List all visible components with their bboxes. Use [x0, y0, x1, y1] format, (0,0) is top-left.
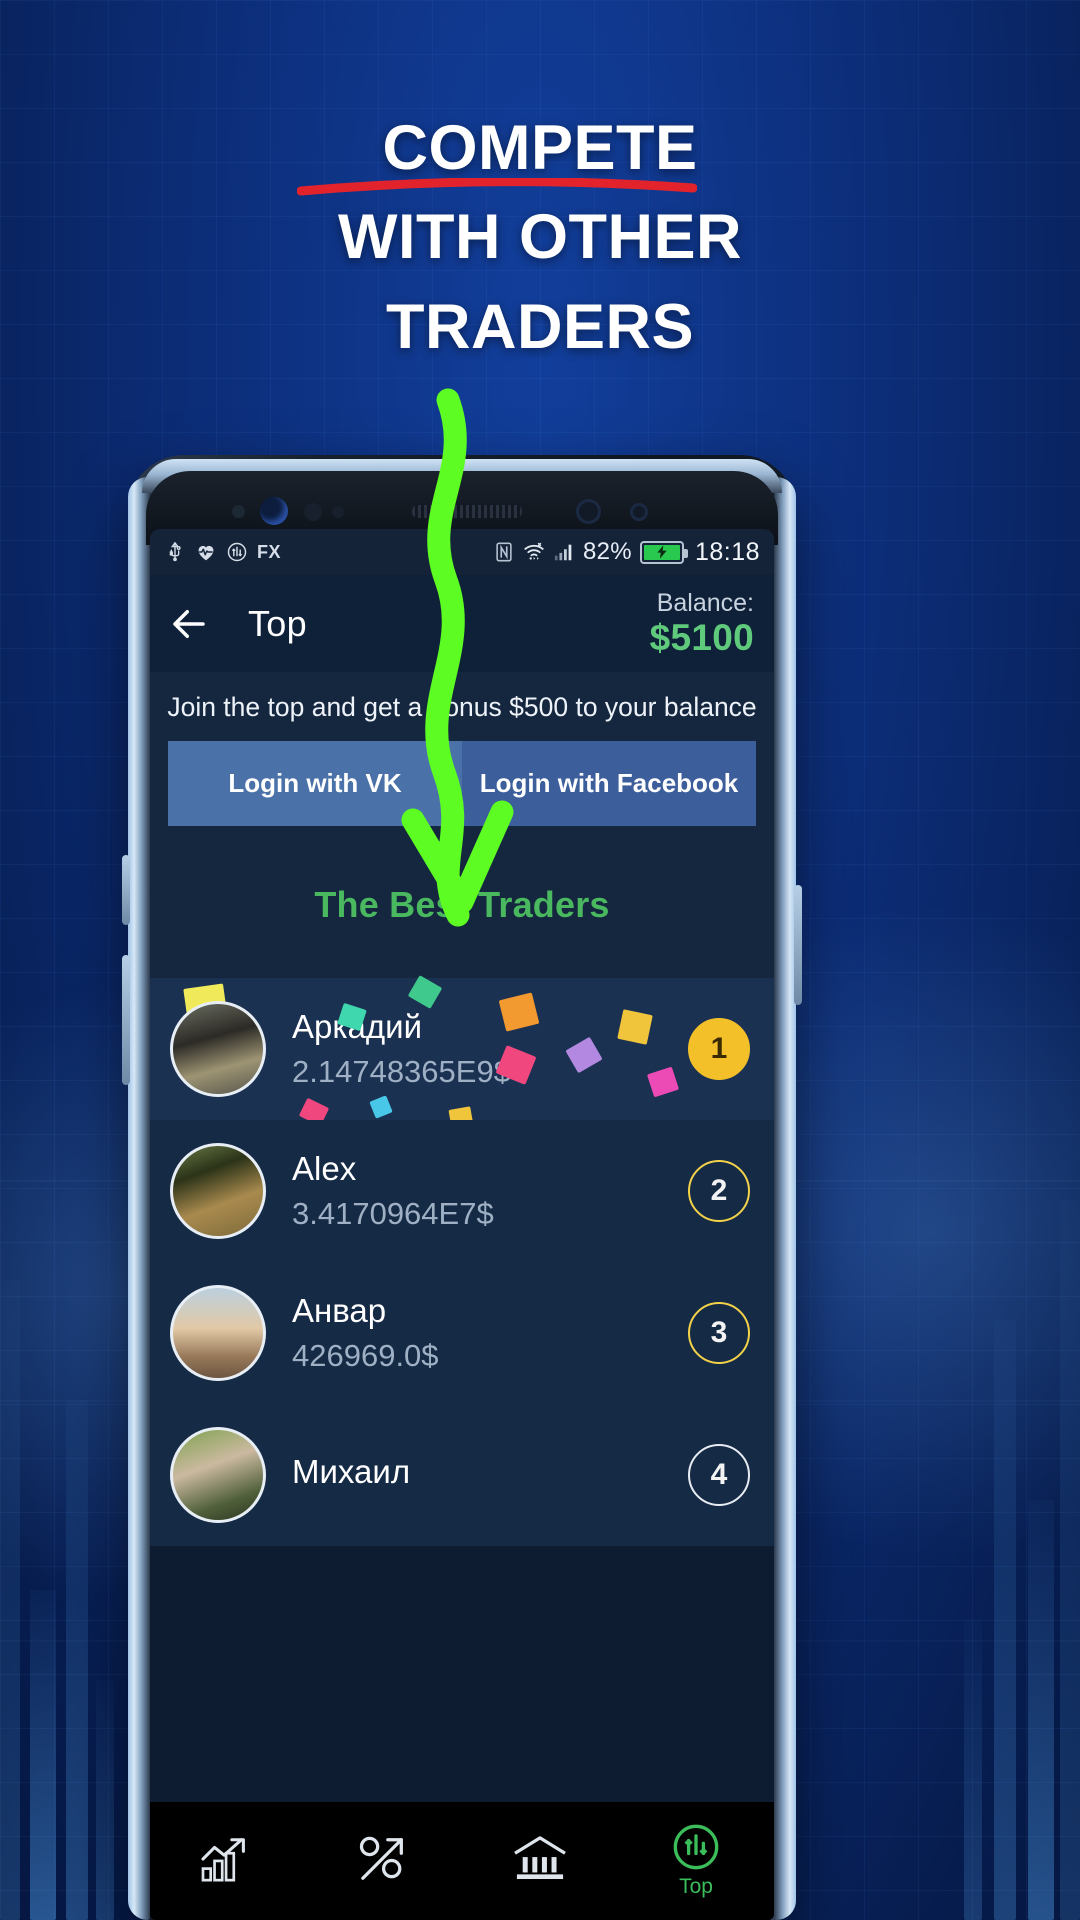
phone-mockup: FX 82% 18:18 Top Balance: $5100 Join the… [122, 455, 802, 1920]
leaderboard-list: Аркадий 2.14748365E9$ 1 Alex 3.4170964E7… [150, 975, 774, 1546]
nfc-icon [496, 542, 512, 562]
trader-name: Михаил [292, 1453, 411, 1491]
heart-rate-icon [198, 546, 214, 561]
headline-line-3: TRADERS [385, 291, 694, 362]
rank-badge: 1 [688, 1018, 750, 1080]
top-chart-icon [673, 1824, 719, 1870]
trader-score: 3.4170964E7$ [292, 1195, 494, 1231]
status-bar: FX 82% 18:18 [150, 529, 774, 575]
trader-score: 426969.0$ [292, 1337, 439, 1373]
bonus-banner: Join the top and get a bonus $500 to you… [150, 672, 774, 741]
trader-info: Alex 3.4170964E7$ [292, 1149, 494, 1232]
rank-badge: 3 [688, 1302, 750, 1364]
rank-badge: 4 [688, 1444, 750, 1506]
phone-edge-right [774, 477, 796, 1920]
trader-name: Аркадий [292, 1007, 511, 1047]
fx-chart-icon [227, 542, 247, 562]
signal-icon [554, 544, 572, 561]
balance-value: $5100 [649, 616, 754, 658]
avatar [170, 1143, 266, 1239]
avatar [170, 1427, 266, 1523]
usb-icon [169, 542, 181, 562]
battery-charging-icon [639, 540, 688, 564]
best-traders-title: The Best Traders [150, 826, 774, 978]
nav-label: Top [679, 1875, 713, 1898]
growth-chart-icon [201, 1838, 245, 1882]
balance-label: Balance: [656, 588, 754, 617]
promo-headline: COMPETE WITH OTHER TRADERS [0, 104, 1080, 372]
nav-item-chart[interactable] [150, 1834, 306, 1888]
avatar [170, 1001, 266, 1097]
phone-edge-left [128, 477, 150, 1920]
table-row[interactable]: Alex 3.4170964E7$ 2 [150, 1120, 774, 1262]
trader-info: Михаил [292, 1452, 410, 1497]
status-fx-label: FX [257, 541, 282, 562]
balance-block: Balance: $5100 [650, 589, 754, 658]
login-facebook-button[interactable]: Login with Facebook [462, 741, 756, 826]
avatar [170, 1285, 266, 1381]
back-arrow-icon[interactable] [168, 603, 210, 645]
headline-underline [296, 178, 697, 196]
login-buttons-row: Login with VK Login with Facebook [150, 741, 774, 826]
rank-badge: 2 [688, 1160, 750, 1222]
bank-icon [514, 1836, 566, 1879]
battery-percent-label: 82% [583, 538, 632, 565]
nav-item-bank[interactable] [462, 1834, 618, 1888]
trader-info: Аркадий 2.14748365E9$ [292, 1007, 511, 1090]
nav-item-top[interactable]: Top [618, 1823, 774, 1899]
trader-name: Alex [292, 1150, 357, 1188]
table-row[interactable]: Аркадий 2.14748365E9$ 1 [150, 975, 774, 1130]
login-vk-button[interactable]: Login with VK [168, 741, 462, 826]
trader-name: Анвар [292, 1292, 387, 1330]
wifi-icon [524, 542, 544, 560]
nav-item-percent[interactable] [306, 1834, 462, 1888]
percent-arrow-icon [359, 1836, 403, 1880]
app-bar: Top Balance: $5100 [150, 575, 774, 672]
table-row[interactable]: Анвар 426969.0$ 3 [150, 1262, 774, 1404]
trader-score: 2.14748365E9$ [292, 1053, 511, 1089]
trader-info: Анвар 426969.0$ [292, 1291, 439, 1374]
page-title: Top [248, 602, 307, 644]
phone-screen: FX 82% 18:18 Top Balance: $5100 Join the… [150, 529, 774, 1920]
status-time: 18:18 [694, 537, 760, 566]
headline-line-2: WITH OTHER [338, 202, 742, 273]
table-row[interactable]: Михаил 4 [150, 1404, 774, 1546]
bottom-navigation: Top [150, 1802, 774, 1920]
